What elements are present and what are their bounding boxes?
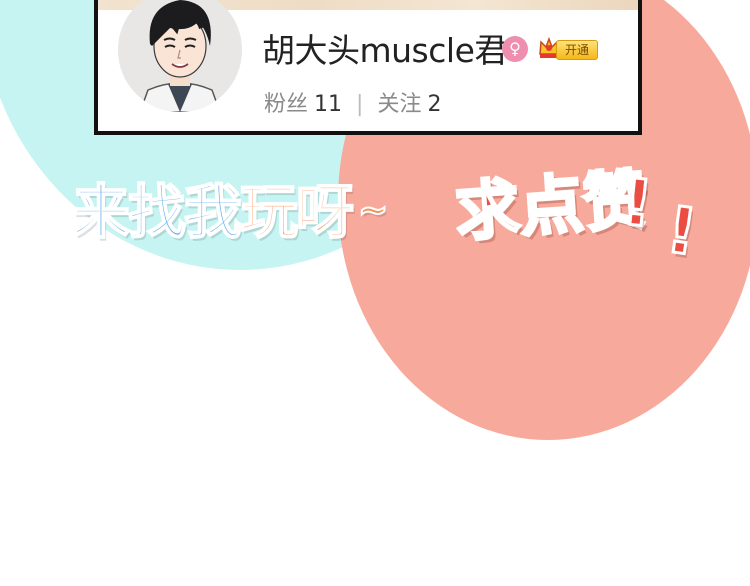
avatar-illustration xyxy=(118,0,242,112)
female-icon: ♀ xyxy=(502,36,528,62)
slogan-ask-like: 求点赞 ! ! xyxy=(452,155,715,285)
fans-label: 粉丝 xyxy=(264,92,309,117)
avatar[interactable] xyxy=(118,0,242,112)
slogan-right-exclaim-1: ! xyxy=(618,164,658,244)
following-count[interactable]: 2 xyxy=(427,92,441,117)
slogan-left-orange: 玩呀 xyxy=(239,177,355,247)
vip-badge[interactable]: 开通 xyxy=(538,36,600,62)
slogan-left-blue: 来找我 xyxy=(71,177,243,247)
profile-card: 胡大头muscle君 ♀ 开通 粉丝 11 | 关注 2 xyxy=(94,0,642,135)
following-label: 关注 xyxy=(377,92,422,117)
slogan-right-exclaim-2: ! xyxy=(660,192,702,272)
stats-row: 粉丝 11 | 关注 2 xyxy=(264,86,441,118)
stats-separator: | xyxy=(356,92,364,117)
fans-count[interactable]: 11 xyxy=(314,92,342,117)
slogan-come-play: 来找我玩呀 ~ xyxy=(71,165,389,249)
slogan-left-tilde: ~ xyxy=(357,189,389,232)
vip-open-label[interactable]: 开通 xyxy=(556,40,598,60)
username[interactable]: 胡大头muscle君 xyxy=(262,24,507,72)
